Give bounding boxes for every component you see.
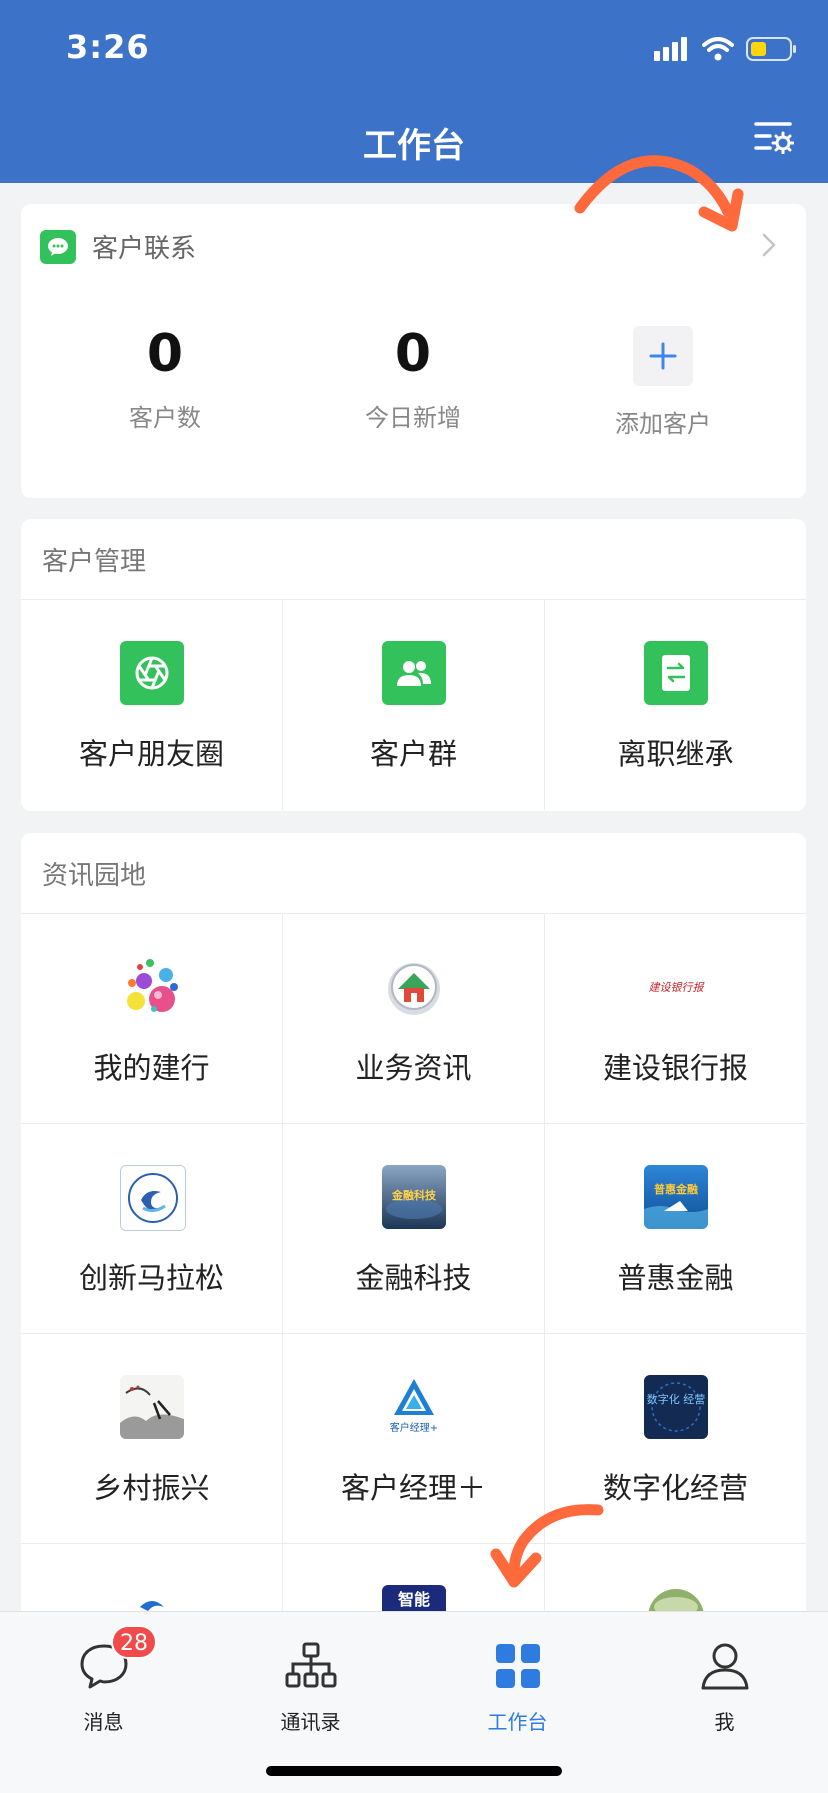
grid-item-rural-revitalization[interactable]: 乡村振兴 (21, 1334, 283, 1544)
grid-item-label: 建设银行报 (602, 1051, 748, 1085)
account-manager-icon-text: 客户经理+ (389, 1421, 437, 1434)
tab-messages[interactable]: 28 消息 (0, 1612, 207, 1752)
chevron-right-icon[interactable] (754, 230, 784, 260)
plus-icon (649, 342, 677, 370)
tab-label: 工作台 (487, 1710, 548, 1734)
management-grid: 客户朋友圈 客户群 离职继承 (21, 599, 806, 810)
grid-item-label: 业务资讯 (355, 1051, 472, 1085)
unread-badge: 28 (111, 1625, 157, 1659)
grid-item-ccb-newspaper[interactable]: 建设银行报 建设银行报 (545, 914, 806, 1124)
newspaper-icon: 建设银行报 (643, 955, 708, 1019)
home-indicator (266, 1766, 562, 1776)
inclusive-finance-icon-text: 普惠金融 (654, 1182, 698, 1196)
stat-new-today[interactable]: 0 今日新增 (313, 324, 513, 433)
fintech-icon-text: 金融科技 (391, 1188, 437, 1202)
fintech-icon: 金融科技 (381, 1165, 446, 1229)
grid-item-label: 乡村振兴 (93, 1471, 210, 1505)
wifi-icon (702, 37, 734, 61)
info-grid: 我的建行 业务资讯 建设银行报 建设银行报 创新马拉松 金融科技 金融科技 普惠… (21, 913, 806, 1633)
grid-item-label: 离职继承 (617, 737, 734, 771)
customer-contact-title: 客户联系 (92, 234, 197, 264)
workbench-icon (495, 1644, 540, 1688)
section-title: 客户管理 (42, 547, 147, 577)
grid-item-customer-group[interactable]: 客户群 (283, 600, 545, 810)
person-icon (701, 1643, 748, 1690)
grid-item-label: 客户群 (369, 737, 457, 771)
grid-item-label: 创新马拉松 (78, 1261, 224, 1295)
grid-item-my-ccb[interactable]: 我的建行 (21, 914, 283, 1124)
newspaper-icon-text: 建设银行报 (648, 981, 705, 994)
group-icon (381, 641, 446, 705)
section-title: 资讯园地 (42, 861, 147, 891)
inclusive-finance-icon: 普惠金融 (643, 1165, 708, 1229)
tab-contacts[interactable]: 通讯录 (207, 1612, 414, 1752)
stat-label: 今日新增 (365, 404, 461, 432)
stat-value: 0 (394, 324, 432, 384)
grid-item-innovation-marathon[interactable]: 创新马拉松 (21, 1124, 283, 1334)
tab-workbench[interactable]: 工作台 (414, 1612, 621, 1752)
zhineng-icon-text: 智能 (397, 1590, 429, 1609)
grid-item-account-manager-plus[interactable]: 客户经理+ 客户经理＋ (283, 1334, 545, 1544)
settings-list-icon[interactable] (754, 120, 794, 154)
battery-icon (746, 37, 796, 61)
stat-value: 0 (146, 324, 184, 384)
top-header: 3:26 工作台 (0, 0, 828, 183)
tab-label: 消息 (83, 1710, 124, 1734)
customer-management-card: 客户管理 客户朋友圈 客户群 离职继承 (21, 519, 806, 811)
grid-item-label: 客户朋友圈 (78, 737, 224, 771)
info-garden-card: 资讯园地 我的建行 业务资讯 建设银行报 建设银行报 创新马拉松 金融科技 金融… (21, 833, 806, 1633)
contacts-icon (285, 1642, 336, 1688)
account-manager-icon: 客户经理+ (381, 1375, 446, 1439)
grid-item-digital-operations[interactable]: 数字化 经营 数字化经营 (545, 1334, 806, 1544)
grid-item-resignation-inheritance[interactable]: 离职继承 (545, 600, 806, 810)
grid-item-inclusive-finance[interactable]: 普惠金融 普惠金融 (545, 1124, 806, 1334)
add-customer-label: 添加客户 (615, 410, 711, 438)
ink-painting-icon (119, 1375, 184, 1439)
grid-item-label: 客户经理＋ (340, 1471, 486, 1505)
add-customer-button[interactable] (633, 326, 693, 386)
stat-customer-count[interactable]: 0 客户数 (65, 324, 265, 433)
marathon-icon (119, 1165, 186, 1231)
grid-item-business-news[interactable]: 业务资讯 (283, 914, 545, 1124)
digital-ops-icon: 数字化 经营 (643, 1375, 708, 1439)
status-time: 3:26 (66, 28, 150, 66)
tab-label: 通讯录 (280, 1710, 341, 1734)
cellular-signal-icon (654, 37, 687, 61)
tab-me[interactable]: 我 (621, 1612, 828, 1752)
grid-item-fintech[interactable]: 金融科技 金融科技 (283, 1124, 545, 1334)
grid-item-customer-moments[interactable]: 客户朋友圈 (21, 600, 283, 810)
status-icons (654, 34, 798, 64)
moments-icon (119, 641, 184, 705)
tab-label: 我 (714, 1710, 735, 1734)
bubbles-icon (120, 955, 184, 1019)
digital-ops-icon-text: 数字化 经营 (646, 1392, 705, 1406)
customer-contact-header[interactable]: 客户联系 (40, 228, 196, 265)
grid-item-label: 金融科技 (355, 1261, 472, 1295)
transfer-icon (643, 641, 708, 705)
grid-item-label: 数字化经营 (602, 1471, 748, 1505)
stat-label: 客户数 (129, 404, 201, 432)
customer-contact-card: 客户联系 0 客户数 0 今日新增 添加客户 (21, 204, 806, 498)
grid-item-label: 普惠金融 (617, 1261, 734, 1295)
wechat-chat-icon (40, 229, 76, 264)
page-title: 工作台 (363, 126, 465, 166)
grid-item-label: 我的建行 (93, 1051, 210, 1085)
house-badge-icon (382, 955, 446, 1019)
